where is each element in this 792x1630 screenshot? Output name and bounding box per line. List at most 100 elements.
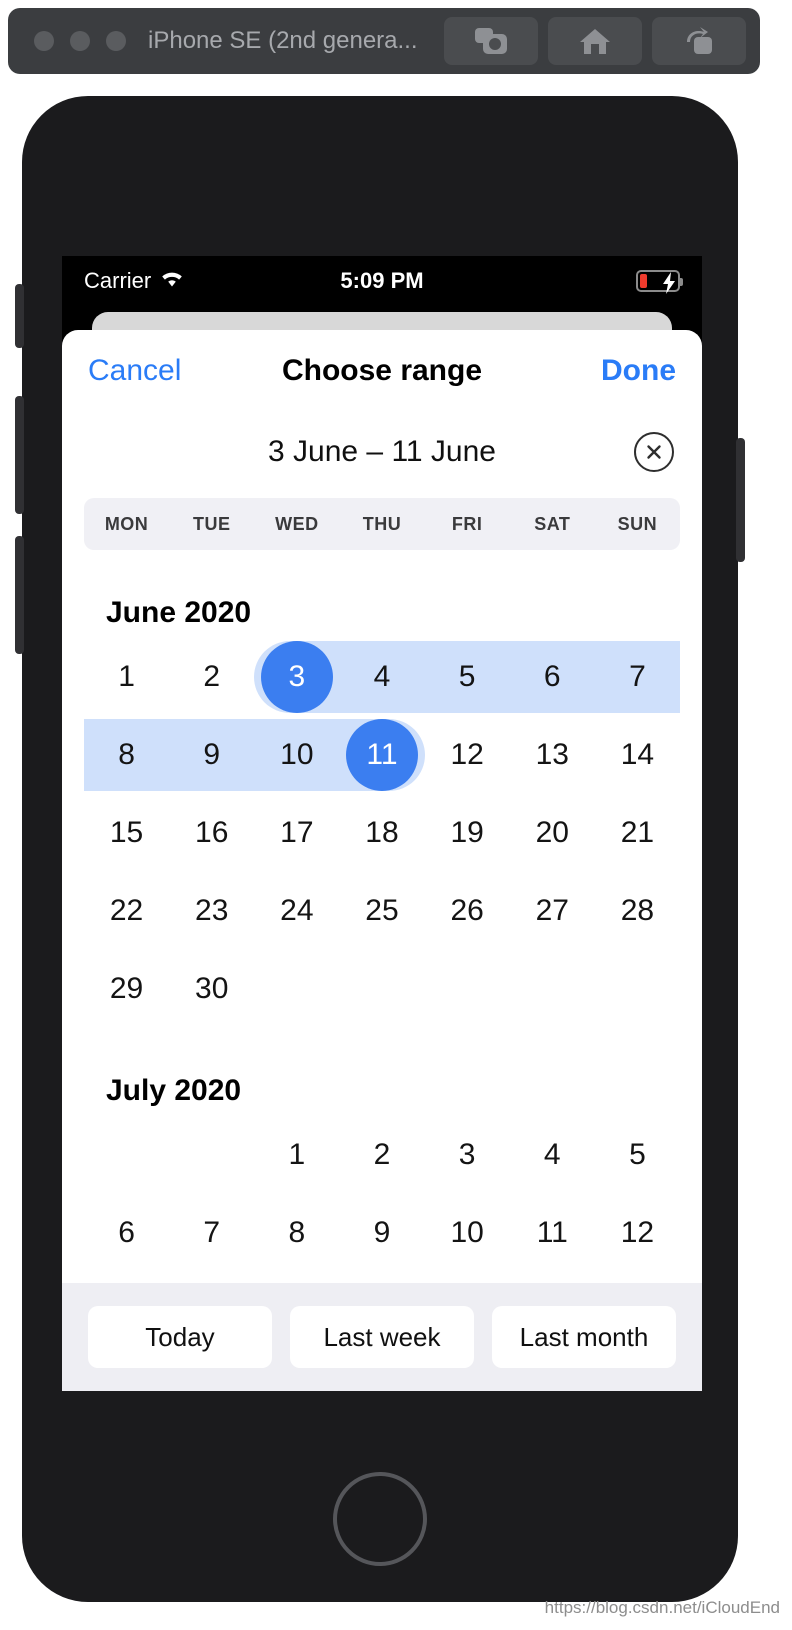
rotate-button[interactable] — [652, 17, 746, 65]
calendar-day[interactable]: 8 — [84, 716, 169, 794]
calendar-day[interactable]: 16 — [169, 794, 254, 872]
calendar-day[interactable]: 6 — [84, 1194, 169, 1272]
calendar-day[interactable]: 7 — [169, 1194, 254, 1272]
calendar-day[interactable]: 1 — [84, 638, 169, 716]
calendar-day[interactable]: 9 — [169, 716, 254, 794]
calendar-day-label: 11 — [536, 1216, 568, 1249]
calendar-day[interactable]: 5 — [595, 1116, 680, 1194]
calendar-day[interactable]: 20 — [510, 794, 595, 872]
calendar-day[interactable]: 18 — [339, 794, 424, 872]
calendar-day-label: 1 — [118, 660, 135, 693]
calendar-day[interactable]: 12 — [595, 1194, 680, 1272]
screenshot-root: iPhone SE (2nd genera... Carrier 5:09 PM… — [0, 0, 792, 1630]
calendar-day-label: 10 — [450, 1216, 484, 1249]
calendar-day[interactable]: 26 — [425, 872, 510, 950]
camera-icon — [474, 26, 508, 56]
calendar-day-label: 24 — [280, 894, 314, 927]
calendar-day-label: 2 — [203, 660, 221, 693]
today-button[interactable]: Today — [88, 1306, 272, 1368]
calendar-day[interactable]: 23 — [169, 872, 254, 950]
iphone-device-frame: Carrier 5:09 PM Cancel Choose range Done… — [15, 96, 745, 1602]
calendar-day-selected[interactable]: 11 — [339, 716, 424, 794]
calendar-day[interactable]: 4 — [510, 1116, 595, 1194]
calendar-day[interactable]: 24 — [254, 872, 339, 950]
calendar-day[interactable]: 11 — [510, 1194, 595, 1272]
calendar-day[interactable]: 10 — [254, 716, 339, 794]
calendar-day-label: 16 — [195, 816, 229, 849]
calendar-day[interactable]: 7 — [595, 638, 680, 716]
weekday-sat: SAT — [534, 513, 571, 534]
calendar-day[interactable]: 8 — [254, 1194, 339, 1272]
calendar-week-row: 15 16 17 18 19 20 21 — [84, 794, 680, 872]
calendar-day[interactable]: 21 — [595, 794, 680, 872]
status-bar-time: 5:09 PM — [340, 268, 424, 293]
calendar-day[interactable]: 29 — [84, 950, 169, 1028]
calendar-day-label: 21 — [620, 816, 655, 849]
calendar-day[interactable]: 4 — [339, 638, 424, 716]
month-title: July 2020 — [106, 1074, 242, 1107]
done-button[interactable]: Done — [601, 354, 676, 388]
mute-switch[interactable] — [15, 284, 24, 348]
calendar-day[interactable]: 13 — [510, 716, 595, 794]
calendar-day-label: 6 — [543, 660, 561, 693]
calendar-day[interactable]: 3 — [425, 1116, 510, 1194]
calendar-day[interactable]: 12 — [425, 716, 510, 794]
weekday-mon: MON — [104, 513, 149, 534]
calendar-day[interactable]: 14 — [595, 716, 680, 794]
calendar-day[interactable]: 30 — [169, 950, 254, 1028]
cancel-button[interactable]: Cancel — [88, 354, 181, 388]
device-home-button[interactable] — [333, 1472, 427, 1566]
last-week-button[interactable]: Last week — [290, 1306, 474, 1368]
calendar-day[interactable]: 5 — [425, 638, 510, 716]
calendar-day-label: 8 — [288, 1216, 306, 1249]
calendar-day[interactable]: 22 — [84, 872, 169, 950]
calendar-day[interactable]: 15 — [84, 794, 169, 872]
calendar-day-selected[interactable]: 3 — [254, 638, 339, 716]
calendar-day-label: 3 — [458, 1138, 476, 1171]
home-icon — [578, 26, 612, 56]
calendar-day-label: 10 — [280, 738, 314, 771]
calendar-day-label: 12 — [620, 1216, 655, 1249]
calendar-day-label: 8 — [118, 738, 135, 771]
month-weeks: 1 2 3 4 5 6 7 8 9 10 11 12 13 14 15 16 17 18 19 20 21 22 23 24 2… — [84, 638, 680, 1028]
calendar-day[interactable]: 1 — [254, 1116, 339, 1194]
simulator-device-title: iPhone SE (2nd genera... — [148, 27, 418, 54]
calendar-day[interactable]: 27 — [510, 872, 595, 950]
calendar-day[interactable]: 2 — [339, 1116, 424, 1194]
last-month-button[interactable]: Last month — [492, 1306, 676, 1368]
close-window-button[interactable] — [34, 31, 54, 51]
calendar-week-row: 8 9 10 11 12 13 14 — [84, 716, 680, 794]
calendar-day[interactable]: 6 — [510, 638, 595, 716]
volume-up-button[interactable] — [15, 396, 24, 514]
minimize-window-button[interactable] — [70, 31, 90, 51]
calendar-day-label: 30 — [195, 972, 229, 1005]
quick-actions-footer: Today Last week Last month — [62, 1283, 702, 1391]
screenshot-button[interactable] — [444, 17, 538, 65]
calendar-day-label: 5 — [629, 1138, 646, 1171]
power-button[interactable] — [736, 438, 745, 562]
calendar-day-label: 14 — [620, 738, 655, 771]
weekday-thu: THU — [362, 513, 402, 534]
volume-down-button[interactable] — [15, 536, 24, 654]
calendar-day-label: 13 — [535, 738, 569, 771]
calendar-day[interactable]: 28 — [595, 872, 680, 950]
calendar-day-label: 20 — [535, 816, 569, 849]
home-button[interactable] — [548, 17, 642, 65]
calendar-day-label: 15 — [109, 816, 144, 849]
modal-header: Cancel Choose range Done — [62, 330, 702, 412]
window-traffic-lights[interactable] — [34, 31, 126, 51]
calendar-day[interactable]: 2 — [169, 638, 254, 716]
calendar-day[interactable]: 17 — [254, 794, 339, 872]
calendar-scroll-area[interactable]: June 2020 1 2 3 4 5 6 7 8 9 10 11 12 13 14 15 16 17 18 19 20… — [62, 550, 702, 1283]
calendar-day[interactable]: 10 — [425, 1194, 510, 1272]
maximize-window-button[interactable] — [106, 31, 126, 51]
calendar-day-label: 1 — [288, 1138, 306, 1171]
close-circle-icon[interactable] — [634, 432, 674, 472]
calendar-day-label: 22 — [109, 894, 144, 927]
calendar-day[interactable]: 9 — [339, 1194, 424, 1272]
calendar-day[interactable]: 19 — [425, 794, 510, 872]
calendar-day-label: 7 — [203, 1216, 221, 1249]
simulator-toolbar-buttons — [444, 17, 746, 65]
calendar-day-label: 11 — [366, 738, 398, 771]
calendar-day[interactable]: 25 — [339, 872, 424, 950]
